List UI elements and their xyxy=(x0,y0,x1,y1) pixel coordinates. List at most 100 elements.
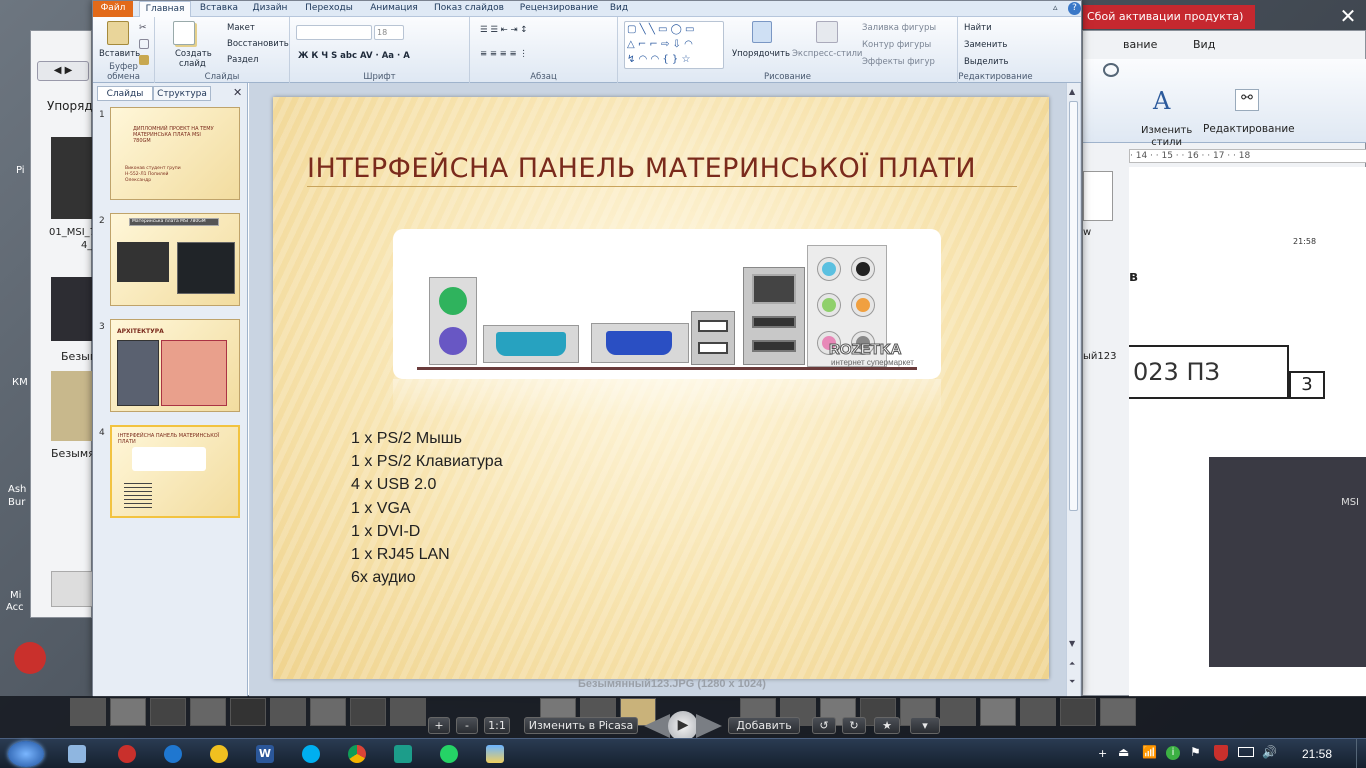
search-icon[interactable] xyxy=(1103,63,1119,77)
ccleaner-icon[interactable] xyxy=(14,642,46,674)
new-slide-icon[interactable] xyxy=(173,21,195,45)
scroll-up-icon[interactable]: ▲ xyxy=(1069,87,1075,96)
io-panel-photo[interactable]: ROZETKA интернет супермаркет xyxy=(393,229,941,379)
slide-thumbnail-4[interactable]: ІНТЕРФЕЙСНА ПАНЕЛЬ МАТЕРИНСЬКОЇ ПЛАТИ xyxy=(110,425,240,518)
editor-scrollbar[interactable]: ▲ ▼ ⏶ ⏷ xyxy=(1066,83,1080,697)
skype-icon[interactable] xyxy=(302,745,320,763)
scroll-thumb[interactable] xyxy=(1069,101,1078,511)
close-pane-icon[interactable]: ✕ xyxy=(233,86,242,99)
shield-icon[interactable] xyxy=(1214,745,1228,761)
zoom-out-button[interactable]: - xyxy=(456,717,478,734)
play-button[interactable]: ▶ xyxy=(668,711,698,741)
desktop-label-acc[interactable]: Acc xyxy=(6,602,24,613)
picasa-task-icon[interactable] xyxy=(486,745,504,763)
desktop-label-km[interactable]: КМ xyxy=(12,377,28,388)
change-styles-label[interactable]: Изменить стили xyxy=(1141,125,1192,149)
cut-icon[interactable]: ✂ xyxy=(139,23,149,33)
film-thumb[interactable] xyxy=(270,698,306,726)
volume-icon[interactable]: 🔊 xyxy=(1262,745,1277,759)
film-thumb[interactable] xyxy=(150,698,186,726)
list-buttons[interactable]: ☰ ☰ ⇤ ⇥ ↕ xyxy=(480,25,527,35)
tab-design[interactable]: Дизайн xyxy=(247,1,293,17)
shape-effects-button[interactable]: Эффекты фигур xyxy=(862,57,935,67)
chrome-icon[interactable] xyxy=(348,745,366,763)
shapes-gallery[interactable]: ▢ ╲ ╲ ▭ ◯ ▭ △ ⌐ ⌐ ⇨ ⇩ ◠ ↯ ◠ ◠ { } ☆ xyxy=(624,21,724,69)
tab-animation[interactable]: Анимация xyxy=(365,1,423,17)
show-desktop-button[interactable] xyxy=(1356,739,1366,768)
edit-in-picasa-button[interactable]: Изменить в Picasa xyxy=(524,717,638,734)
next-slide-icon[interactable]: ⏷ xyxy=(1069,677,1075,687)
slide-canvas[interactable]: Інтерфейсна панель материнської плати xyxy=(273,97,1049,679)
slide-thumbnail-1[interactable]: ДИПЛОМНИЙ ПРОЕКТ НА ТЕМУ МАТЕРИНСЬКА ПЛА… xyxy=(110,107,240,200)
viewer-close-icon[interactable]: ✕ xyxy=(1334,2,1362,30)
film-thumb[interactable] xyxy=(190,698,226,726)
info-icon[interactable]: i xyxy=(1166,746,1180,760)
tab-view[interactable]: Вид xyxy=(605,1,633,17)
tray-expand-icon[interactable]: + xyxy=(1098,747,1107,760)
bg-left-label-2[interactable]: 4_ xyxy=(81,240,92,251)
find-button[interactable]: Найти xyxy=(964,23,992,33)
editing-label[interactable]: Редактирование xyxy=(1203,123,1295,135)
replace-button[interactable]: Заменить xyxy=(964,40,1007,50)
film-thumb[interactable] xyxy=(940,698,976,726)
film-thumb[interactable] xyxy=(390,698,426,726)
flag-icon[interactable]: ⚑ xyxy=(1190,745,1201,759)
slide-title[interactable]: Інтерфейсна панель материнської плати xyxy=(307,153,1017,187)
font-name-input[interactable] xyxy=(296,25,372,40)
bg-left-label-1[interactable]: 01_MSI_7 xyxy=(49,227,96,238)
tab-outline[interactable]: Структура xyxy=(153,86,211,101)
add-button[interactable]: Добавить xyxy=(728,717,800,734)
thunderbolt-icon[interactable] xyxy=(164,745,182,763)
kaspersky-icon[interactable] xyxy=(394,745,412,763)
explorer-icon[interactable] xyxy=(68,745,86,763)
arrange-icon[interactable] xyxy=(752,21,772,43)
styles-icon[interactable]: A xyxy=(1153,87,1170,115)
desktop-label-mi[interactable]: Mi xyxy=(10,590,21,601)
tab-file[interactable]: Файл xyxy=(93,1,133,17)
slide-bullets[interactable]: 1 x PS/2 Мышь 1 x PS/2 Клавиатура 4 x US… xyxy=(351,427,503,589)
eject-icon[interactable]: ⏏ xyxy=(1118,745,1129,759)
bg-menu-view2[interactable]: Вид xyxy=(1193,38,1215,51)
more-button[interactable]: ▾ xyxy=(910,717,940,734)
rotate-right-button[interactable]: ↻ xyxy=(842,717,866,734)
new-slide-button[interactable]: Создать xyxy=(175,49,212,59)
next-arrow-icon[interactable] xyxy=(696,714,722,738)
tab-slides[interactable]: Слайды xyxy=(97,86,153,101)
word-icon[interactable]: W xyxy=(256,745,274,763)
star-button[interactable]: ★ xyxy=(874,717,900,734)
scroll-down-icon[interactable]: ▼ xyxy=(1069,639,1075,648)
slide-thumbnail-3[interactable]: АРХІТЕКТУРА xyxy=(110,319,240,412)
slide-thumbnail-2[interactable]: Материнська плата MSI 780GM xyxy=(110,213,240,306)
battery-icon[interactable] xyxy=(1238,747,1254,757)
desktop-label-bur[interactable]: Bur xyxy=(8,497,25,508)
ccleaner-task-icon[interactable] xyxy=(118,745,136,763)
whatsapp-icon[interactable] xyxy=(440,745,458,763)
prev-slide-icon[interactable]: ⏶ xyxy=(1069,659,1075,669)
film-thumb[interactable] xyxy=(1020,698,1056,726)
rotate-left-button[interactable]: ↺ xyxy=(812,717,836,734)
binoculars-icon[interactable]: ⚯ xyxy=(1235,89,1259,111)
actual-size-button[interactable]: 1:1 xyxy=(484,717,510,734)
quick-styles-icon[interactable] xyxy=(816,21,838,43)
wifi-icon[interactable]: 📶 xyxy=(1142,745,1157,759)
font-size-input[interactable]: 18 xyxy=(374,25,404,40)
paste-icon[interactable] xyxy=(107,21,129,45)
start-button[interactable] xyxy=(8,741,44,767)
shape-outline-button[interactable]: Контур фигуры xyxy=(862,40,931,50)
film-thumb[interactable] xyxy=(70,698,106,726)
bg-menu-view[interactable]: вание xyxy=(1123,38,1157,51)
new-slide-button-2[interactable]: слайд xyxy=(179,59,206,69)
warning-app-icon[interactable] xyxy=(210,745,228,763)
shape-fill-button[interactable]: Заливка фигуры xyxy=(862,23,936,33)
tab-review[interactable]: Рецензирование xyxy=(513,1,605,17)
film-thumb[interactable] xyxy=(980,698,1016,726)
desktop-label-pi[interactable]: Pi xyxy=(16,165,25,176)
film-thumb[interactable] xyxy=(230,698,266,726)
reset-button[interactable]: Восстановить xyxy=(227,39,289,49)
film-thumb[interactable] xyxy=(350,698,386,726)
copy-icon[interactable] xyxy=(139,39,149,49)
zoom-in-button[interactable]: + xyxy=(428,717,450,734)
desktop-label-ash[interactable]: Ash xyxy=(8,484,26,495)
tab-home[interactable]: Главная xyxy=(139,1,191,17)
help-icon[interactable]: ? xyxy=(1068,2,1081,15)
